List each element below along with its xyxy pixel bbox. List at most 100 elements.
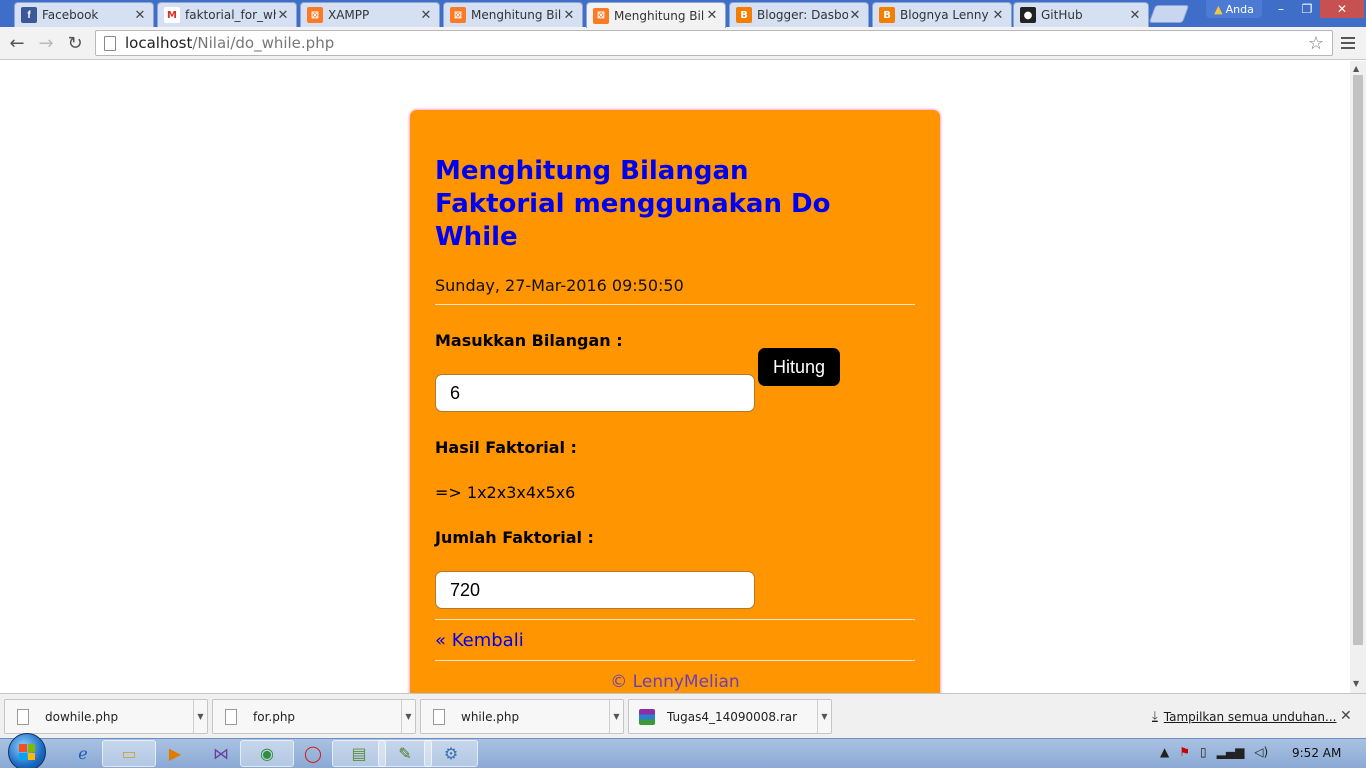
content-card: Menghitung Bilangan Faktorial menggunaka… <box>410 110 940 693</box>
xampp-icon: ⊠ <box>307 7 323 23</box>
facebook-icon: f <box>21 7 37 23</box>
tab-facebook[interactable]: f Facebook ✕ <box>14 2 154 27</box>
restore-button[interactable]: ❐ <box>1294 0 1320 18</box>
file-icon <box>17 708 29 725</box>
tab-label: Blognya Lenny m <box>900 8 991 22</box>
download-item[interactable]: Tugas4_14090008.rar ▼ <box>628 699 832 734</box>
close-icon[interactable]: ✕ <box>991 8 1005 23</box>
minimize-button[interactable]: – <box>1268 0 1294 18</box>
tab-strip: f Facebook ✕ M faktorial_for_whi ✕ ⊠ XAM… <box>0 0 1366 28</box>
close-window-button[interactable]: ✕ <box>1320 0 1364 18</box>
download-filename: while.php <box>461 709 520 724</box>
close-icon[interactable]: ✕ <box>419 8 433 23</box>
sum-field[interactable]: 720 <box>435 571 755 609</box>
download-filename: Tugas4_14090008.rar <box>667 709 798 724</box>
profile-label: Anda <box>1225 2 1254 16</box>
tab-label: Blogger: Dasbor <box>757 8 848 22</box>
page-scrollbar[interactable]: ▲ ▼ <box>1350 61 1366 693</box>
scroll-up-icon[interactable]: ▲ <box>1353 64 1359 73</box>
menu-icon[interactable] <box>1338 33 1358 53</box>
close-icon[interactable]: ✕ <box>705 8 719 23</box>
taskbar-clock[interactable]: 9:52 AM <box>1292 746 1341 760</box>
scroll-thumb[interactable] <box>1353 75 1363 645</box>
chevron-down-icon[interactable]: ▼ <box>193 700 207 733</box>
close-icon[interactable]: ✕ <box>562 8 576 23</box>
tab-xampp[interactable]: ⊠ XAMPP ✕ <box>300 2 440 27</box>
github-icon: ● <box>1020 7 1036 23</box>
blogger-icon: B <box>736 7 752 23</box>
volume-icon[interactable]: ◁) <box>1254 745 1268 759</box>
download-item[interactable]: for.php ▼ <box>212 699 416 734</box>
show-all-downloads-link[interactable]: ⤓ Tampilkan semua unduhan... <box>1152 709 1336 724</box>
page-title: Menghitung Bilangan Faktorial menggunaka… <box>435 156 831 252</box>
system-tray: ▲ ⚑ ▯ ▂▄▆ ◁) <box>1160 745 1268 759</box>
windows-logo-icon <box>19 744 35 760</box>
blogger-icon: B <box>879 7 895 23</box>
page-icon <box>104 35 116 51</box>
file-icon <box>433 708 445 725</box>
windows-taskbar: ℯ ▭ ▶ ⋈ ◉ ◯ ▤ ✎ ⚙ ▲ ⚑ ▯ ▂▄▆ ◁) 9:52 AM <box>0 733 1366 768</box>
tab-label: XAMPP <box>328 8 370 22</box>
new-tab-button[interactable] <box>1148 5 1190 23</box>
xampp-icon: ⊠ <box>450 7 466 23</box>
action-center-flag-icon[interactable]: ⚑ <box>1179 745 1190 759</box>
result-label: Hasil Faktorial : <box>435 438 577 457</box>
download-bar: dowhile.php ▼ for.php ▼ while.php ▼ Tuga… <box>0 693 1366 738</box>
close-icon[interactable]: ✕ <box>1128 8 1142 23</box>
download-item[interactable]: dowhile.php ▼ <box>4 699 208 734</box>
back-link[interactable]: « Kembali <box>435 630 915 651</box>
settings-app-icon[interactable]: ⚙ <box>424 740 478 767</box>
network-signal-icon[interactable]: ▂▄▆ <box>1217 745 1245 759</box>
file-icon <box>225 708 237 725</box>
download-filename: for.php <box>253 709 296 724</box>
sum-label: Jumlah Faktorial : <box>435 528 594 547</box>
show-hidden-icons-icon[interactable]: ▲ <box>1160 745 1169 759</box>
page-viewport: Menghitung Bilangan Faktorial menggunaka… <box>0 61 1350 693</box>
scroll-down-icon[interactable]: ▼ <box>1353 679 1359 688</box>
tab-label: GitHub <box>1041 8 1083 22</box>
download-item[interactable]: while.php ▼ <box>420 699 624 734</box>
tab-blognya-lenny[interactable]: B Blognya Lenny m ✕ <box>872 2 1012 27</box>
tab-blogger-dasbor[interactable]: B Blogger: Dasbor ✕ <box>729 2 869 27</box>
close-icon[interactable]: ✕ <box>848 8 862 23</box>
chevron-down-icon[interactable]: ▼ <box>609 700 623 733</box>
download-icon: ⤓ <box>1152 709 1158 724</box>
url-path: /Nilai/do_while.php <box>192 34 335 52</box>
bookmark-star-icon[interactable]: ☆ <box>1308 33 1324 54</box>
close-icon[interactable]: ✕ <box>133 8 147 23</box>
start-button[interactable] <box>8 733 46 768</box>
divider <box>435 619 915 620</box>
tab-label: Facebook <box>42 8 99 22</box>
address-bar[interactable]: localhost /Nilai/do_while.php ☆ <box>95 30 1333 56</box>
forward-arrow-icon[interactable]: → <box>35 32 57 54</box>
result-value: => 1x2x3x4x5x6 <box>435 483 576 502</box>
tab-label: faktorial_for_whi <box>185 8 276 22</box>
footer-copyright: © LennyMelian <box>610 672 740 692</box>
tab-label: Menghitung Bila <box>471 8 562 22</box>
chevron-down-icon[interactable]: ▼ <box>817 700 831 733</box>
chevron-down-icon[interactable]: ▼ <box>401 700 415 733</box>
back-arrow-icon[interactable]: ← <box>6 32 28 54</box>
browser-toolbar: ← → ↻ localhost /Nilai/do_while.php ☆ <box>0 27 1366 60</box>
tab-gmail[interactable]: M faktorial_for_whi ✕ <box>157 2 297 27</box>
warning-icon: ▲ <box>1214 2 1223 16</box>
tab-menghitung-active[interactable]: ⊠ Menghitung Bila ✕ <box>586 2 726 28</box>
close-icon[interactable]: ✕ <box>1340 708 1352 724</box>
input-label: Masukkan Bilangan : <box>435 331 623 350</box>
battery-icon[interactable]: ▯ <box>1200 745 1207 759</box>
divider <box>435 660 915 661</box>
xampp-icon: ⊠ <box>593 7 609 24</box>
gmail-icon: M <box>164 7 180 23</box>
hitung-button[interactable]: Hitung <box>758 348 840 386</box>
number-input[interactable]: 6 <box>435 374 755 412</box>
page-datetime: Sunday, 27-Mar-2016 09:50:50 <box>435 276 684 295</box>
download-filename: dowhile.php <box>45 709 119 724</box>
tab-menghitung-1[interactable]: ⊠ Menghitung Bila ✕ <box>443 2 583 27</box>
divider <box>435 304 915 305</box>
tab-github[interactable]: ● GitHub ✕ <box>1013 2 1149 27</box>
reload-icon[interactable]: ↻ <box>64 32 86 54</box>
profile-button[interactable]: ▲ Anda <box>1206 0 1262 18</box>
url-host: localhost <box>125 34 193 52</box>
close-icon[interactable]: ✕ <box>276 8 290 23</box>
show-all-label: Tampilkan semua unduhan... <box>1163 709 1337 724</box>
